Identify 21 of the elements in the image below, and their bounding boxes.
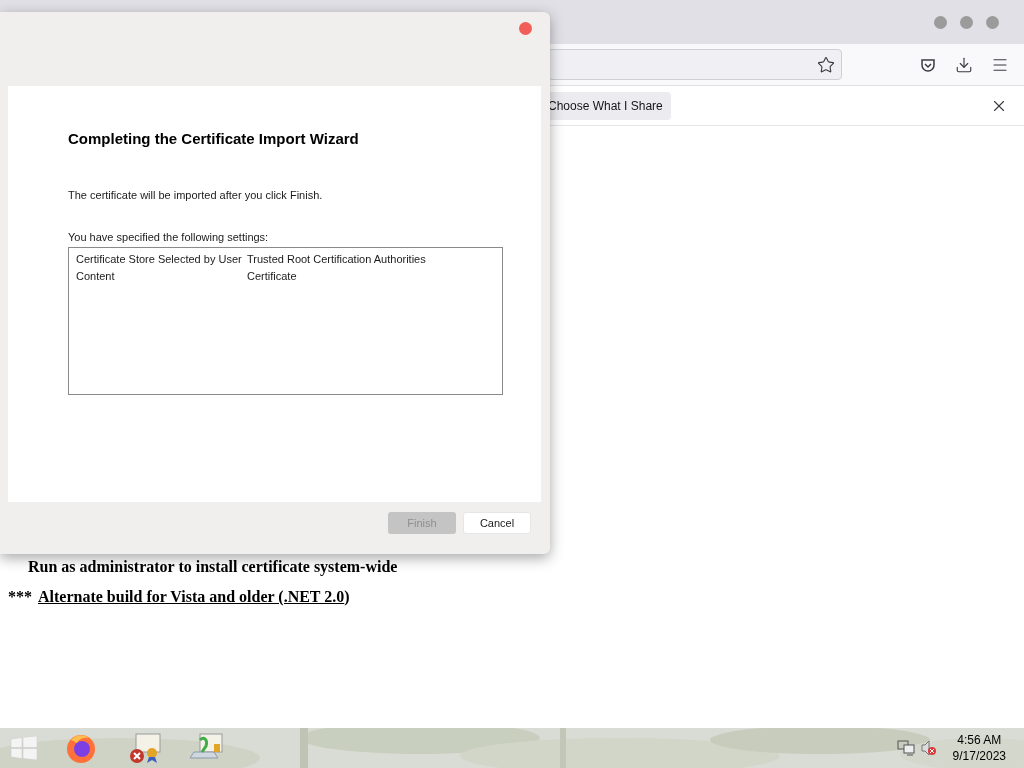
- certificate-error-icon[interactable]: [128, 732, 162, 764]
- bookmark-star-icon[interactable]: [817, 55, 835, 74]
- bracket-text: ): [344, 587, 350, 607]
- setting-value: Trusted Root Certification Authorities: [247, 251, 426, 267]
- setting-name: Certificate Store Selected by User: [76, 251, 243, 267]
- windows-start-icon[interactable]: [10, 736, 38, 760]
- pocket-icon[interactable]: [920, 56, 936, 73]
- network-icon[interactable]: [896, 740, 915, 756]
- clock-time[interactable]: 4:56 AM: [957, 732, 1002, 748]
- setting-name: Content: [76, 268, 116, 284]
- firefox-icon[interactable]: [65, 732, 97, 764]
- wizard-heading: Completing the Certificate Import Wizard: [68, 129, 360, 149]
- download-link[interactable]: Alternate build for Vista and older (.NET 2.0: [38, 587, 345, 607]
- volume-muted-icon[interactable]: [920, 740, 937, 756]
- setting-value: Certificate: [247, 268, 297, 284]
- download-icon[interactable]: [955, 55, 973, 74]
- bullet-text: ***: [8, 587, 32, 607]
- dialog-button[interactable]: Cancel: [463, 512, 531, 534]
- wizard-message: The certificate will be imported after you click Finish.: [68, 187, 324, 203]
- settings-label: You have specified the following settings:: [68, 230, 270, 245]
- instruction-text: Run as administrator to install certificate system-wide: [27, 557, 399, 577]
